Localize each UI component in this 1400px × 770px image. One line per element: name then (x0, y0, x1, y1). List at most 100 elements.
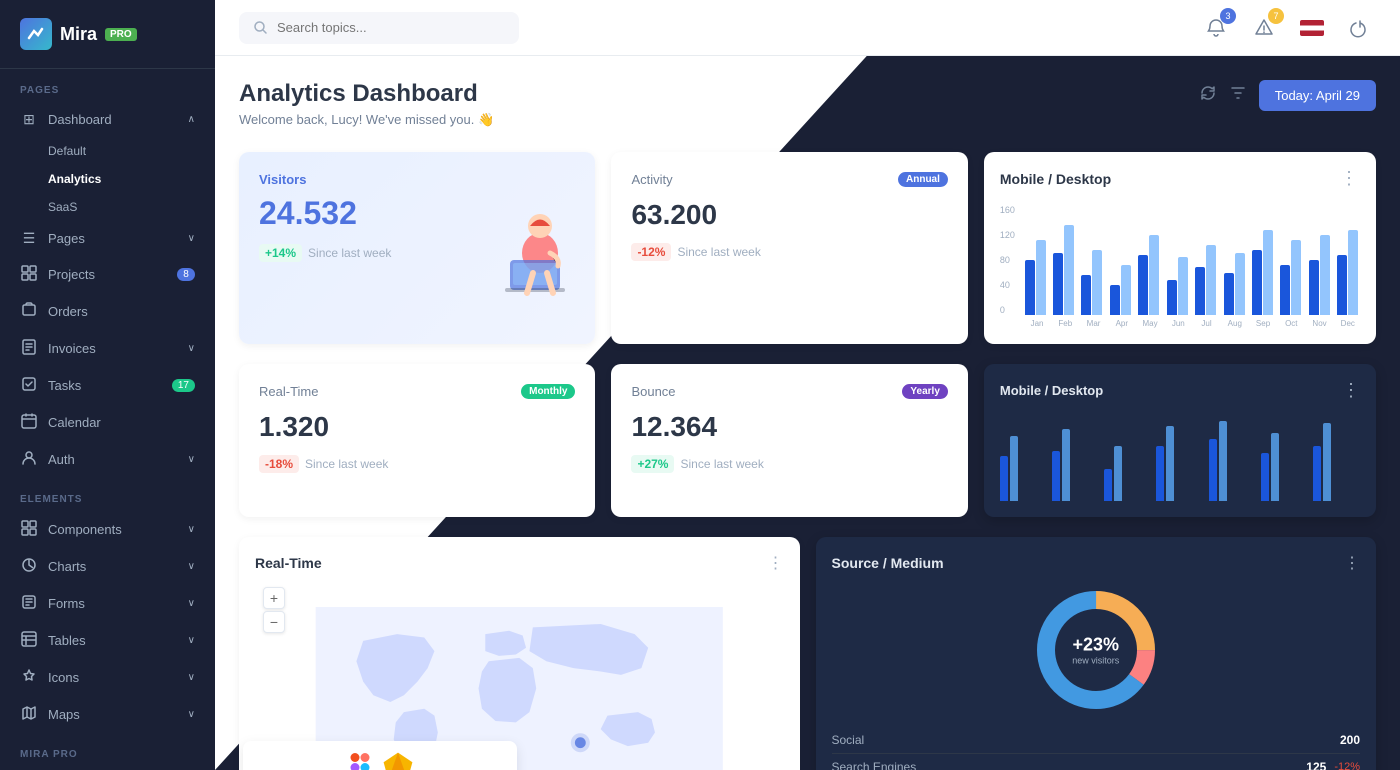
bars (1023, 205, 1360, 315)
components-icon (20, 520, 38, 539)
language-button[interactable] (1296, 12, 1328, 44)
sidebar-item-invoices[interactable]: Invoices ∨ (0, 330, 215, 367)
main-area: 3 7 (215, 0, 1400, 770)
section-label-pages: PAGES (0, 69, 215, 102)
bounce-value: 12.364 (631, 411, 947, 443)
realtime-stat-card: Real-Time Monthly 1.320 -18% Since last … (239, 364, 595, 517)
notifications-badge: 3 (1220, 8, 1236, 24)
source-search-change: -12% (1334, 761, 1360, 770)
zoom-out-button[interactable]: − (263, 611, 285, 633)
date-button[interactable]: Today: April 29 (1259, 80, 1376, 111)
bar-jul (1193, 245, 1217, 315)
sidebar-item-projects[interactable]: Projects 8 (0, 256, 215, 293)
mobile-desktop-chart: 160 120 80 40 0 (1000, 205, 1360, 328)
activity-value: 63.200 (631, 199, 947, 231)
sidebar-item-icons[interactable]: Icons ∨ (0, 659, 215, 696)
calendar-icon (20, 413, 38, 432)
sidebar-item-saas[interactable]: SaaS (0, 193, 215, 221)
topbar: 3 7 (215, 0, 1400, 56)
tasks-badge: 17 (172, 379, 195, 392)
search-box[interactable] (239, 12, 519, 44)
donut-area: +23% new visitors (832, 585, 1361, 715)
sidebar-item-orders[interactable]: Orders (0, 293, 215, 330)
refresh-button[interactable] (1199, 84, 1217, 107)
source-medium-menu[interactable]: ⋮ (1344, 553, 1360, 573)
source-item-social: Social 200 (832, 727, 1361, 754)
sidebar-item-auth[interactable]: Auth ∨ (0, 441, 215, 478)
forms-icon (20, 594, 38, 613)
projects-label: Projects (48, 267, 95, 282)
dark-chart-menu[interactable]: ⋮ (1342, 380, 1360, 401)
auth-label: Auth (48, 452, 75, 467)
source-search-name: Search Engines (832, 760, 917, 770)
sidebar-item-forms[interactable]: Forms ∨ (0, 585, 215, 622)
invoices-icon (20, 339, 38, 358)
forms-label: Forms (48, 596, 85, 611)
sidebar-item-maps[interactable]: Maps ∨ (0, 696, 215, 733)
filter-button[interactable] (1229, 84, 1247, 107)
bar-may (1137, 235, 1161, 315)
bar-jan (1023, 240, 1047, 315)
mobile-desktop-title: Mobile / Desktop (1000, 171, 1111, 187)
header-actions: Today: April 29 (1199, 80, 1376, 111)
activity-since: Since last week (677, 245, 760, 259)
app-badge: PRO (105, 28, 137, 41)
orders-label: Orders (48, 304, 88, 319)
bounce-change: +27% (631, 455, 674, 473)
figma-sketch-logos (243, 741, 517, 770)
dashboard-icon: ⊞ (20, 111, 38, 128)
visitors-illustration (455, 152, 595, 344)
sidebar-item-tasks[interactable]: Tasks 17 (0, 367, 215, 404)
source-medium-title: Source / Medium (832, 555, 944, 571)
source-social-value: 200 (1340, 733, 1360, 747)
tables-label: Tables (48, 633, 86, 648)
sidebar-item-analytics[interactable]: Analytics (0, 165, 215, 193)
auth-chevron: ∨ (188, 454, 195, 465)
realtime-map-title: Real-Time (255, 555, 322, 571)
page-title-area: Analytics Dashboard Welcome back, Lucy! … (239, 80, 494, 128)
sidebar-item-components[interactable]: Components ∨ (0, 511, 215, 548)
sidebar-item-pages[interactable]: ☰ Pages ∨ (0, 221, 215, 256)
bar-nov (1307, 235, 1331, 315)
tech-logos (239, 741, 800, 770)
sidebar-item-dashboard[interactable]: ⊞ Dashboard ∧ (0, 102, 215, 137)
search-input[interactable] (277, 20, 505, 35)
activity-footer: -12% Since last week (631, 243, 947, 261)
bounce-label: Bounce (631, 384, 675, 399)
notifications-button[interactable]: 3 (1200, 12, 1232, 44)
source-search-value: 125 (1306, 760, 1326, 770)
mobile-desktop-menu[interactable]: ⋮ (1340, 168, 1360, 189)
chevron-icon: ∧ (188, 114, 195, 125)
activity-change: -12% (631, 243, 671, 261)
sidebar: Mira PRO PAGES ⊞ Dashboard ∧ Default Ana… (0, 0, 215, 770)
sidebar-item-default[interactable]: Default (0, 137, 215, 165)
bounce-footer: +27% Since last week (631, 455, 947, 473)
realtime-map-menu[interactable]: ⋮ (768, 553, 784, 573)
donut-center-text: +23% new visitors (1072, 635, 1119, 666)
alerts-button[interactable]: 7 (1248, 12, 1280, 44)
sidebar-item-tables[interactable]: Tables ∨ (0, 622, 215, 659)
components-label: Components (48, 522, 122, 537)
page-subtitle: Welcome back, Lucy! We've missed you. 👋 (239, 112, 494, 128)
tables-icon (20, 631, 38, 650)
content-body: Analytics Dashboard Welcome back, Lucy! … (215, 56, 1400, 770)
pages-chevron: ∨ (188, 233, 195, 244)
dashboard-label: Dashboard (48, 112, 112, 127)
bar-oct (1279, 240, 1303, 315)
sidebar-item-calendar[interactable]: Calendar (0, 404, 215, 441)
maps-chevron: ∨ (188, 709, 195, 720)
source-medium-card: Source / Medium ⋮ (816, 537, 1377, 770)
realtime-footer: -18% Since last week (259, 455, 575, 473)
realtime-since: Since last week (305, 457, 388, 471)
power-icon (1350, 18, 1370, 38)
projects-badge: 8 (177, 268, 195, 281)
sidebar-item-charts[interactable]: Charts ∨ (0, 548, 215, 585)
zoom-in-button[interactable]: + (263, 587, 285, 609)
source-item-search: Search Engines 125 -12% (832, 754, 1361, 770)
dark-chart-title: Mobile / Desktop (1000, 383, 1103, 398)
donut-chart: +23% new visitors (1031, 585, 1161, 715)
power-button[interactable] (1344, 12, 1376, 44)
invoices-label: Invoices (48, 341, 96, 356)
dark-chart-card: Mobile / Desktop ⋮ (984, 364, 1376, 517)
alerts-badge: 7 (1268, 8, 1284, 24)
